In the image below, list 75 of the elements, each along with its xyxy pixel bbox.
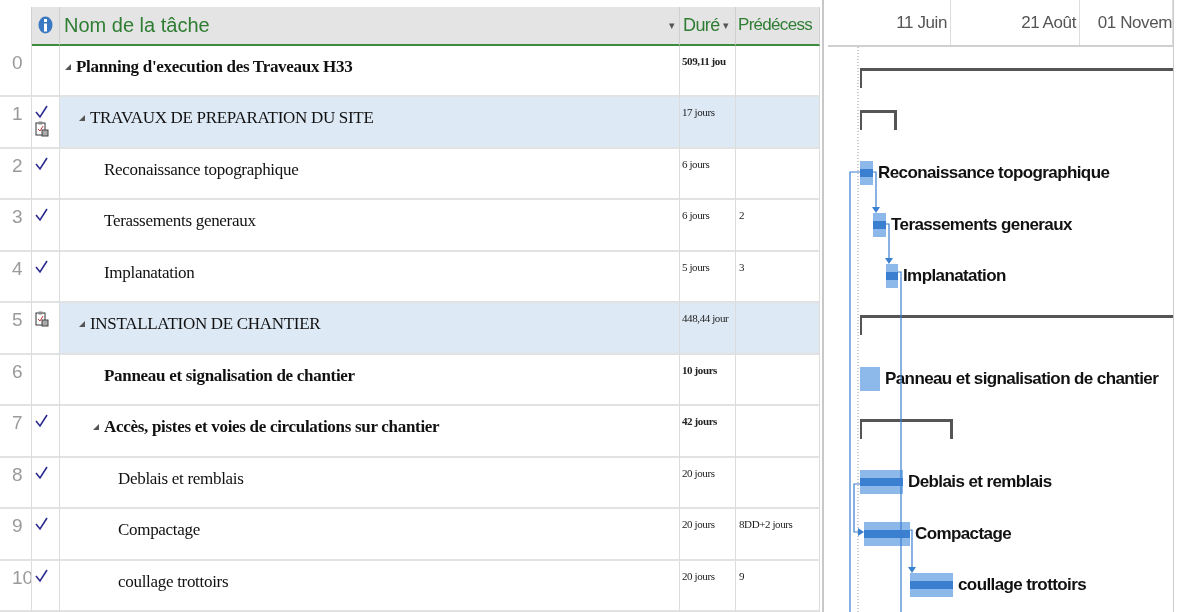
task-name: INSTALLATION DE CHANTIER [90,314,321,334]
row-number-cell: 7 [0,406,32,458]
task-name: Accès, pistes et voies de circulations sur chantier [104,417,440,437]
task-name: Planning d'execution des Traveaux H33 [76,56,353,77]
column-header[interactable]: Nom de la tâche ▾ [60,7,680,46]
row-number-cell: 0 [0,45,32,97]
timescale-label: 01 Novem [1097,12,1172,33]
check-icon [35,105,48,119]
row-number-cell: 3 [0,200,32,252]
table-cell: 6 jours [680,148,736,200]
task-name: Compactage [118,520,200,540]
row-number-cell: 4 [0,251,32,303]
task-name: Panneau et signalisation de chantier [104,365,355,386]
table-cell: 9 [736,560,820,612]
table-cell: 42 jours [680,406,736,458]
collapse-icon[interactable] [92,423,100,431]
row-number-cell: 1 [0,97,32,149]
filter-arrow[interactable]: ▾ [669,18,675,32]
header-label: Duré [683,14,720,36]
bar-label: Implanatation [903,265,1006,287]
bar-label: Compactage [915,522,1012,545]
table-cell: 20 jours [680,457,736,509]
check-icon [35,259,48,274]
summary-bar [860,109,897,130]
header-label: Nom de la tâche [64,13,211,37]
table-cell: 2 [736,200,820,252]
bar-label: coullage trottoirs [958,574,1087,596]
check-icon [35,465,48,480]
collapse-icon[interactable] [78,320,86,328]
bar-label: Panneau et signalisation de chantier [885,368,1159,390]
row-number-cell: 6 [0,354,32,406]
task-name: Terassements generaux [104,211,256,231]
table-cell: 448,44 jour [680,303,736,355]
table-cell: 6 jours [680,200,736,252]
row-number-cell: 5 [0,303,32,355]
notes-icon [35,311,49,327]
task-name: Reconaissance topographique [104,159,299,180]
check-icon [35,156,48,171]
column-header[interactable]: Duré ▾ [680,7,736,46]
row-number-cell: 9 [0,509,32,561]
task-name: Deblais et remblais [118,468,244,489]
row-number-cell: 8 [0,457,32,509]
check-icon [35,517,48,531]
timescale-label: 21 Août [1021,12,1076,33]
table-cell: 20 jours [680,509,736,561]
dependency-arrow [853,483,864,536]
filter-arrow[interactable]: ▾ [722,18,729,32]
timescale-label: 11 Juin [896,12,947,33]
task-bar [860,367,880,391]
bar-label: Reconaissance topographique [878,162,1110,184]
collapse-icon[interactable] [64,62,72,71]
table-cell: 509,11 jou [680,45,736,97]
collapse-icon[interactable] [78,114,86,122]
notes-icon [35,121,49,137]
bar-label: Terassements generaux [891,213,1072,236]
task-name: coullage trottoirs [118,571,229,592]
dependency-arrow [908,529,916,573]
bar-label: Deblais et remblais [908,471,1052,493]
dependency-arrow [872,171,880,213]
check-icon [35,208,48,222]
check-icon [35,568,48,583]
task-name: TRAVAUX DE PREPARATION DU SITE [90,108,374,128]
info-icon [38,16,53,35]
table-cell: 10 jours [680,354,736,406]
dependency-arrow [885,223,893,264]
column-header[interactable]: Prédécess [736,7,820,46]
task-name: Implanatation [104,262,195,283]
table-cell: 3 [736,251,820,303]
table-cell: 8DD+2 jours [736,509,820,561]
table-cell: 5 jours [680,251,736,303]
check-icon [35,414,48,428]
table-cell: 20 jours [680,560,736,612]
table-cell: 17 jours [680,97,736,149]
row-number-cell: 2 [0,148,32,200]
column-header[interactable] [32,7,60,46]
